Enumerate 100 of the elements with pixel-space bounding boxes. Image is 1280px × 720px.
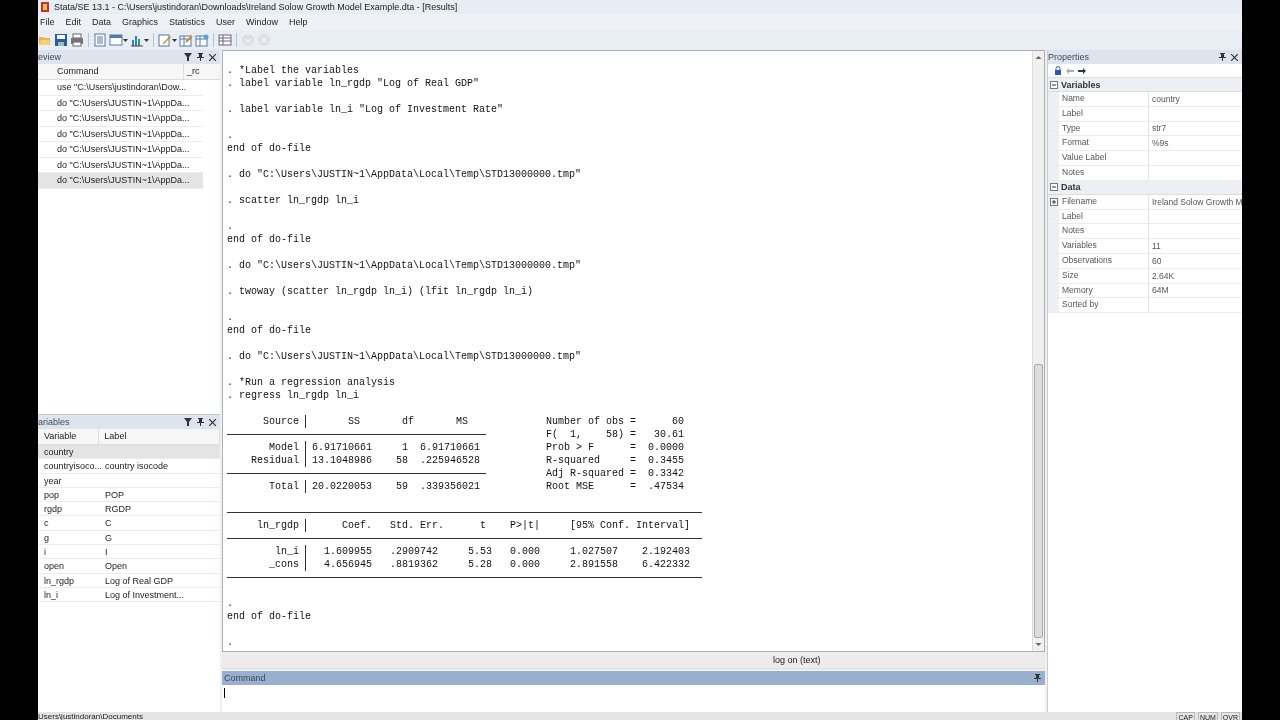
variable-row[interactable]: countryisoco... country isocode [38, 459, 220, 474]
command-input[interactable] [222, 685, 1045, 712]
toolbar-button[interactable] [218, 32, 232, 48]
pin-icon[interactable] [1034, 674, 1041, 682]
property-name: Type [1059, 121, 1149, 136]
output-line: . [227, 636, 234, 649]
property-value: country [1152, 93, 1180, 104]
column-header[interactable]: Command [38, 64, 184, 79]
variable-name: ln_i [43, 588, 59, 602]
model-statistic: Adj R-squared = 0.3342 [546, 467, 685, 480]
toolbar-button[interactable] [109, 32, 128, 48]
property-value: 64M [1152, 285, 1169, 296]
menu-item[interactable]: Window [246, 17, 279, 27]
forward-arrow-icon[interactable] [1078, 66, 1086, 75]
lock-icon[interactable] [1054, 66, 1062, 75]
pin-icon[interactable] [197, 418, 204, 426]
variable-row[interactable]: g G [38, 530, 220, 546]
column-header[interactable]: _rc [184, 64, 220, 79]
window-icon [109, 33, 123, 47]
menu-item[interactable]: Data [92, 17, 112, 27]
variable-name: country [43, 446, 75, 459]
variable-name: i [43, 546, 47, 559]
close-icon[interactable] [209, 53, 216, 61]
model-statistic: R-squared = 0.3455 [546, 454, 685, 467]
model-statistic: Root MSE = .47534 [546, 480, 685, 493]
output-line: . do "C:\Users\JUSTIN~1\AppData\Local\Temp\STD13000000.tmp" [227, 350, 583, 363]
variable-row[interactable]: i I [38, 545, 220, 560]
variable-name: rgdp [43, 503, 63, 516]
section-header[interactable]: Variables [1048, 78, 1242, 92]
toolbar-button[interactable] [179, 32, 193, 48]
menu-item[interactable]: User [216, 17, 236, 27]
scrollbar[interactable] [1032, 51, 1044, 651]
toolbar-button[interactable] [158, 32, 177, 48]
variable-row[interactable]: year [38, 473, 220, 488]
review-item[interactable]: do "C:\Users\JUSTIN~1\AppDa... [38, 142, 203, 158]
output-line: . *Run a regression analysis [227, 376, 397, 389]
menu-item[interactable]: Edit [65, 17, 82, 27]
variable-name: c [43, 517, 50, 530]
output-line: end of do-file [227, 233, 312, 246]
variable-label: Log of Investment... [104, 588, 185, 602]
toolbar-button[interactable] [54, 32, 68, 48]
collapse-icon[interactable] [1050, 183, 1058, 192]
pin-icon[interactable] [1219, 53, 1226, 61]
filter-icon[interactable] [184, 418, 192, 426]
close-icon[interactable] [1231, 53, 1238, 61]
variable-row[interactable]: ln_rgdp Log of Real GDP [38, 573, 220, 588]
output-line: . [227, 311, 234, 324]
scroll-up-icon[interactable] [1034, 53, 1043, 62]
variable-label: Open [104, 560, 128, 573]
property-name: Sorted by [1059, 298, 1149, 313]
table-row-label: _cons [268, 558, 300, 571]
property-name: Filename [1059, 194, 1149, 209]
table-values: 4.656945 .8819362 5.28 0.000 2.891558 6.422332 [305, 558, 703, 571]
toolbar-button[interactable] [195, 32, 209, 48]
scroll-down-icon[interactable] [1034, 640, 1043, 649]
property-value: Ireland Solow Growth M [1152, 196, 1242, 207]
collapse-icon[interactable] [1050, 80, 1058, 89]
property-name: Memory [1059, 283, 1149, 298]
variable-row[interactable]: rgdp RGDP [38, 502, 220, 517]
review-item[interactable]: do "C:\Users\JUSTIN~1\AppDa... [38, 126, 203, 142]
table-values: 6.91710661 1 6.91710661 [305, 441, 486, 454]
table-values: SS df MS [305, 415, 486, 428]
variable-name: countryisoco... [43, 460, 100, 473]
filter-icon[interactable] [184, 53, 192, 61]
pin-icon[interactable] [197, 53, 204, 61]
save-icon [54, 33, 68, 47]
menu-item[interactable]: Statistics [169, 17, 206, 27]
variable-row[interactable]: open Open [38, 559, 220, 574]
column-header[interactable]: Label [99, 429, 220, 444]
table-icon [218, 33, 232, 47]
column-header[interactable]: Variable [38, 429, 100, 444]
menu-item[interactable]: File [40, 17, 55, 27]
review-item[interactable]: use "C:\Users\justindoran\Dow... [38, 80, 203, 96]
property-name: Label [1059, 106, 1149, 121]
table-row-label: Model [268, 441, 300, 454]
model-statistic: Number of obs = 60 [546, 415, 685, 428]
output-line: . [227, 129, 234, 142]
variable-row[interactable]: ln_i Log of Investment... [38, 587, 220, 603]
review-item[interactable]: do "C:\Users\JUSTIN~1\AppDa... [38, 173, 203, 189]
property-value: 60 [1152, 255, 1162, 266]
toolbar-button[interactable] [70, 32, 84, 48]
output-line: . regress ln_rgdp ln_i [227, 389, 361, 402]
property-name: Variables [1059, 239, 1149, 253]
variable-row[interactable]: country [38, 445, 220, 460]
review-item[interactable]: do "C:\Users\JUSTIN~1\AppDa... [38, 111, 203, 127]
scrollbar-thumb[interactable] [1034, 364, 1043, 638]
menu-item[interactable]: Graphics [122, 17, 159, 27]
review-item[interactable]: do "C:\Users\JUSTIN~1\AppDa... [38, 95, 203, 111]
property-name: Name [1059, 92, 1149, 106]
close-icon[interactable] [209, 418, 216, 426]
printer-icon [70, 33, 84, 47]
menu-item[interactable]: Help [289, 17, 308, 27]
window-title: Stata/SE 13.1 - C:\Users\justindoran\Downloads\Ireland Solow Growth Model Example.dta - [Results] [54, 2, 458, 12]
output-line: . label variable ln_i "Log of Investment Rate" [227, 103, 505, 116]
table-values: Coef. Std. Err. t P>|t| [95% Conf. Interval] [305, 519, 703, 532]
panel-title: ariables [38, 417, 70, 427]
working-directory: Users\justindoran\Documents [38, 712, 143, 720]
variable-row[interactable]: c C [38, 516, 220, 531]
variable-row[interactable]: pop POP [38, 487, 220, 503]
variable-name: open [43, 560, 66, 573]
